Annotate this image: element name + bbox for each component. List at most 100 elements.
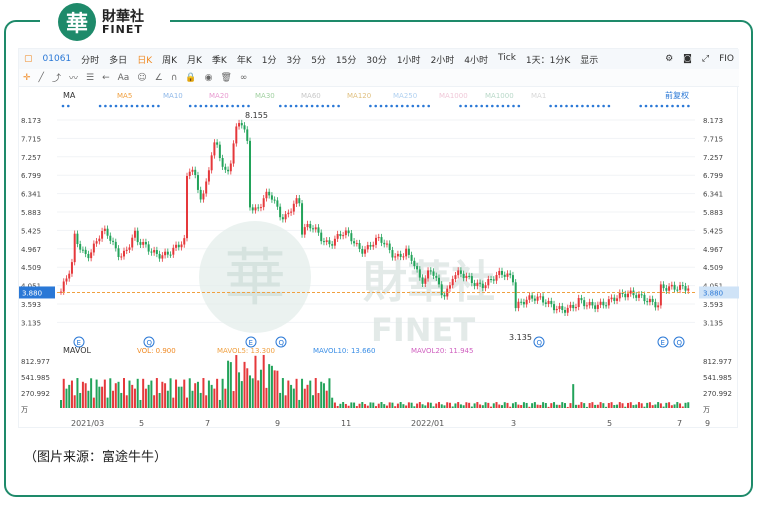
fio-button[interactable]: FIO [714, 54, 739, 64]
emoji-tool-icon[interactable]: ☺ [133, 73, 150, 83]
candle-body [309, 224, 312, 229]
period-tab[interactable]: Tick [493, 53, 521, 66]
fullscreen-icon[interactable]: ⤢ [697, 54, 714, 64]
candle-body [347, 230, 350, 234]
period-tab[interactable]: 15分 [331, 53, 361, 66]
candle-body [133, 230, 136, 238]
period-tab[interactable]: 显示 [575, 53, 603, 66]
watermark-glyph: 華 [224, 241, 286, 314]
camera-icon[interactable]: ◙ [678, 54, 697, 64]
period-tab[interactable]: 3分 [281, 53, 306, 66]
period-tab[interactable]: 周K [157, 53, 182, 66]
volume-bar [564, 403, 566, 408]
volume-bar [591, 402, 594, 408]
candle-body [421, 277, 424, 284]
volume-bar [169, 378, 172, 408]
candle-body [517, 301, 520, 309]
wave-tool-icon[interactable]: 〰 [65, 71, 82, 84]
text-tool-icon[interactable]: Aa [114, 73, 134, 83]
brand-badge-icon: 華 [58, 3, 96, 41]
volume-bar [314, 378, 317, 408]
period-tab[interactable]: 30分 [361, 53, 391, 66]
volume-bar [572, 384, 575, 408]
period-tab[interactable]: 分时 [76, 53, 104, 66]
event-dot [61, 104, 65, 108]
candle-body [490, 279, 493, 281]
candle-body [158, 253, 161, 259]
crosshair-icon[interactable]: ✛ [19, 73, 35, 83]
volume-bar [216, 378, 219, 408]
period-tab[interactable]: 日K [132, 53, 157, 66]
candle-body [418, 269, 421, 278]
link-icon[interactable]: ∞ [236, 73, 252, 83]
period-tab[interactable]: 月K [182, 53, 207, 66]
volume-bar [62, 378, 65, 408]
magnet-icon[interactable]: ∩ [167, 73, 182, 83]
price-tick-right: 8.173 [703, 117, 723, 125]
stock-code[interactable]: 01061 [38, 54, 77, 64]
volume-bar [251, 378, 254, 408]
trash-icon[interactable]: 🗑 [216, 73, 235, 83]
volume-bar [221, 378, 224, 408]
period-tab[interactable]: 多日 [104, 53, 132, 66]
eye-icon[interactable]: ◉ [201, 73, 217, 83]
panel-icon[interactable]: ▢ [19, 54, 38, 64]
settings-icon[interactable]: ⚙ [660, 54, 678, 64]
candle-body [331, 244, 334, 246]
volume-bar [153, 395, 156, 408]
period-tab[interactable]: 4小时 [459, 53, 493, 66]
candle-body [594, 305, 597, 309]
event-dot [459, 104, 462, 108]
volume-bar [131, 384, 134, 408]
volume-bar [665, 402, 668, 408]
ruler-tool-icon[interactable]: ∠ [151, 73, 167, 83]
candle-body [676, 289, 679, 291]
volume-bar [290, 384, 293, 408]
price-tick-right: 3.593 [703, 301, 723, 309]
arrow-tool-icon[interactable]: ← [98, 73, 114, 83]
line-tool-icon[interactable]: ╱ [35, 73, 48, 83]
volume-bar [76, 378, 79, 408]
candle-body [136, 230, 139, 243]
lock-icon[interactable]: 🔒 [181, 73, 200, 83]
event-dot [157, 104, 160, 108]
volume-bar [555, 404, 558, 408]
volume-bar [632, 405, 635, 408]
time-tick: 3 [511, 419, 516, 428]
candle-body [361, 248, 364, 254]
candle-body [103, 228, 106, 231]
volume-bar [536, 404, 539, 408]
candle-body [155, 250, 158, 254]
current-price-right: 3.880 [703, 289, 723, 297]
grid-tool-icon[interactable]: ☰ [82, 73, 98, 83]
period-tab[interactable]: 年K [232, 53, 257, 66]
volume-bar [684, 402, 687, 408]
candle-body [202, 193, 205, 200]
volume-pane[interactable]: MAVOL VOL: 0.900 MAVOL5: 13.300 MAVOL10: 13… [19, 342, 739, 417]
volume-bar [205, 395, 208, 408]
candle-body [454, 275, 457, 279]
candle-body [342, 235, 345, 237]
volume-bar [180, 386, 183, 408]
candle-body [509, 273, 512, 276]
period-tab[interactable]: 5分 [306, 53, 331, 66]
period-tab[interactable]: 1小时 [392, 53, 426, 66]
period-tab[interactable]: 季K [207, 53, 232, 66]
period-tab[interactable]: 1分 [257, 53, 282, 66]
candle-body [670, 284, 673, 287]
volume-bar [503, 402, 506, 408]
period-tab[interactable]: 1天：1分K [521, 53, 575, 66]
candle-body [224, 166, 227, 170]
candle-body [473, 283, 476, 287]
candle-body [273, 199, 276, 201]
price-pane[interactable]: MA MA5 MA10 MA20 MA30 MA60 MA120 MA250 MA1000 MA1… [19, 89, 739, 351]
candle-body [591, 301, 594, 306]
volume-bar [585, 406, 588, 408]
period-tab[interactable]: 2小时 [426, 53, 460, 66]
candle-body [287, 212, 290, 215]
candle-body [312, 228, 314, 230]
trend-tool-icon[interactable]: ⤴ [48, 71, 65, 84]
volume-bar [506, 402, 509, 408]
price-tick-right: 5.425 [703, 227, 723, 235]
volume-bar [328, 378, 331, 408]
